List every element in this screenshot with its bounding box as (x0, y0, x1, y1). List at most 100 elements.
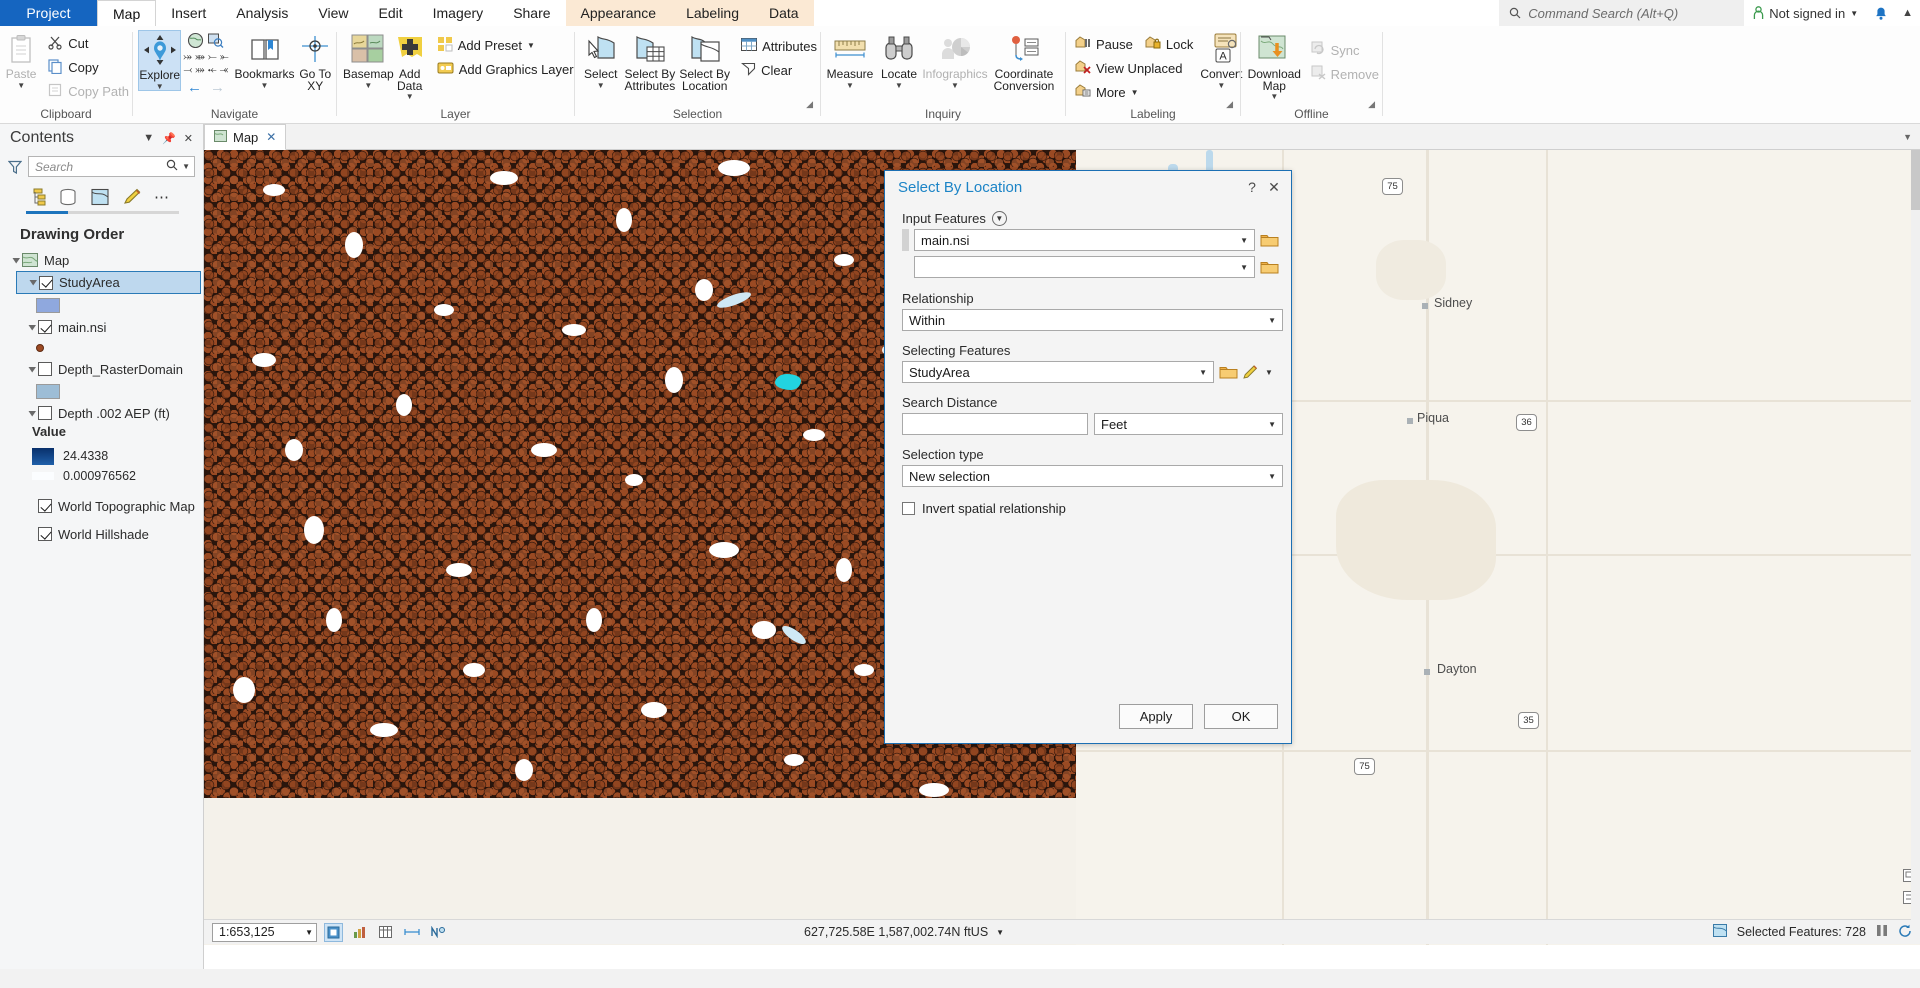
chevron-down-icon[interactable]: ▼ (895, 82, 903, 90)
view-tab-map[interactable]: Map ✕ (204, 124, 287, 150)
next-extent-icon[interactable]: → (210, 79, 225, 96)
paste-button[interactable]: Paste ▼ (0, 30, 42, 90)
copy-button[interactable]: Copy (44, 55, 132, 79)
map-scale-combobox[interactable]: 1:653,125 ▼ (212, 922, 317, 942)
tab-analysis[interactable]: Analysis (221, 0, 303, 26)
selection-group-launcher-icon[interactable]: ◢ (806, 99, 813, 110)
download-map-button[interactable]: Download Map ▼ (1245, 30, 1304, 101)
search-distance-units-combobox[interactable]: Feet ▼ (1094, 413, 1283, 435)
chevron-down-icon[interactable]: ▼ (527, 41, 535, 50)
locate-button[interactable]: Locate ▼ (876, 30, 922, 90)
chevron-down-icon[interactable]: ▼ (305, 928, 313, 937)
chevron-down-icon[interactable]: ▼ (1265, 368, 1273, 377)
chevron-down-icon[interactable]: ▼ (597, 82, 605, 90)
layer-depth-rasterdomain[interactable]: Depth_RasterDomain (16, 358, 203, 380)
chevron-down-icon[interactable]: ▼ (1264, 472, 1280, 481)
pencil-edit-icon[interactable] (1243, 364, 1260, 380)
layer-visibility-checkbox-world-hillshade[interactable] (38, 527, 52, 541)
cut-button[interactable]: Cut (44, 31, 132, 55)
copy-path-button[interactable]: Copy Path (44, 79, 132, 103)
infographics-button[interactable]: Infographics ▼ (922, 30, 988, 90)
previous-extent-icon[interactable]: ← (187, 79, 202, 96)
layer-depth-002-aep[interactable]: Depth .002 AEP (ft) (16, 402, 203, 424)
chevron-down-icon[interactable]: ▼ (1264, 316, 1280, 325)
table-tool-icon[interactable] (376, 923, 395, 942)
layer-visibility-checkbox-studyarea[interactable] (39, 275, 53, 290)
layer-visibility-checkbox-world-topographic-map[interactable] (38, 499, 52, 513)
symbol-swatch-studyarea[interactable] (36, 297, 60, 313)
chevron-down-icon[interactable]: ▼ (951, 82, 959, 90)
invert-spatial-relationship-checkbox[interactable] (902, 502, 915, 515)
measure-button[interactable]: Measure ▼ (824, 30, 876, 90)
labeling-more-button[interactable]: More ▼ (1072, 80, 1196, 104)
clear-button[interactable]: Clear (738, 58, 820, 82)
chevron-down-icon[interactable]: ▼ (1195, 368, 1211, 377)
coordinate-conversion-button[interactable]: Coordinate Conversion (988, 30, 1060, 92)
list-by-drawing-order-icon[interactable] (26, 188, 46, 206)
symbol-point-main-nsi[interactable] (36, 344, 44, 352)
full-extent-globe-icon[interactable] (187, 32, 204, 49)
map-vertical-scrollbar[interactable] (1911, 150, 1920, 920)
offline-group-launcher-icon[interactable]: ◢ (1368, 99, 1375, 110)
layer-visibility-checkbox-main-nsi[interactable] (38, 320, 52, 334)
funnel-filter-icon[interactable] (8, 160, 22, 174)
labeling-group-launcher-icon[interactable]: ◢ (1226, 99, 1233, 110)
chevron-down-icon[interactable]: ▼ (1236, 263, 1252, 272)
labeling-view-unplaced-button[interactable]: View Unplaced (1072, 56, 1196, 80)
select-by-location-button[interactable]: Select By Location (677, 30, 732, 92)
list-by-data-source-icon[interactable] (58, 188, 78, 206)
network-tool-icon[interactable] (428, 923, 447, 942)
tab-appearance[interactable]: Appearance (565, 0, 672, 26)
layer-visibility-checkbox-depth-rasterdomain[interactable] (38, 362, 52, 376)
expand-triangle-icon[interactable] (26, 323, 38, 332)
folder-browse-icon[interactable] (1260, 259, 1279, 275)
chevron-down-icon[interactable]: ▼ (364, 82, 372, 90)
layer-world-topographic-map[interactable]: World Topographic Map (16, 495, 203, 517)
list-by-editing-icon[interactable] (122, 188, 142, 206)
search-input[interactable]: Search ▼ (28, 156, 195, 177)
notification-bell-icon[interactable] (1867, 0, 1895, 26)
input-features-grip[interactable] (902, 229, 909, 251)
labeling-pause-button[interactable]: Pause (1072, 32, 1136, 56)
chevron-down-icon[interactable]: ▼ (139, 132, 158, 144)
layer-main-nsi[interactable]: main.nsi (16, 316, 203, 338)
selection-tool-icon[interactable] (324, 922, 343, 942)
go-to-xy-button[interactable]: Go To XY (295, 30, 336, 92)
magnifier-icon[interactable] (166, 159, 178, 174)
question-mark-icon[interactable]: ? (1241, 176, 1263, 198)
chevron-down-icon[interactable]: ▼ (178, 162, 190, 171)
selection-type-combobox[interactable]: New selection ▼ (902, 465, 1283, 487)
tab-edit[interactable]: Edit (363, 0, 417, 26)
sync-button[interactable]: Sync (1308, 38, 1382, 62)
chevron-down-icon[interactable]: ▼ (156, 83, 164, 91)
close-icon[interactable]: ✕ (1263, 176, 1285, 198)
close-icon[interactable]: ✕ (180, 132, 197, 145)
select-button[interactable]: Select ▼ (579, 30, 622, 90)
expand-triangle-icon[interactable] (26, 365, 38, 374)
measure-tool-icon[interactable] (402, 923, 421, 942)
zoom-to-layer-icon[interactable] (207, 32, 224, 49)
tab-project[interactable]: Project (0, 0, 97, 26)
tab-share[interactable]: Share (498, 0, 565, 26)
remove-offline-button[interactable]: Remove (1308, 62, 1382, 86)
layer-visibility-checkbox-depth-002-aep[interactable] (38, 406, 52, 420)
folder-browse-icon[interactable] (1219, 364, 1238, 380)
close-icon[interactable]: ✕ (266, 130, 276, 144)
explore-button[interactable]: Explore ▼ (138, 30, 182, 91)
input-features-combobox[interactable]: main.nsi ▼ (914, 229, 1255, 251)
add-preset-button[interactable]: Add Preset ▼ (434, 33, 577, 57)
add-data-button[interactable]: Add Data ▼ (394, 30, 426, 101)
tab-data[interactable]: Data (754, 0, 814, 26)
expand-triangle-icon[interactable] (27, 278, 39, 287)
chevron-down-icon[interactable]: ▼ (1264, 420, 1280, 429)
basemap-button[interactable]: Basemap ▼ (343, 30, 394, 90)
selecting-features-combobox[interactable]: StudyArea ▼ (902, 361, 1214, 383)
map-node[interactable]: Map (0, 249, 203, 271)
chevron-down-icon[interactable]: ▼ (1217, 82, 1225, 90)
tab-insert[interactable]: Insert (156, 0, 221, 26)
tab-view[interactable]: View (303, 0, 363, 26)
chevron-down-icon[interactable]: ▼ (1903, 132, 1912, 142)
symbol-swatch-depth-rasterdomain[interactable] (36, 383, 60, 399)
tab-map[interactable]: Map (97, 0, 157, 27)
account-button[interactable]: Not signed in ▼ (1744, 0, 1868, 26)
